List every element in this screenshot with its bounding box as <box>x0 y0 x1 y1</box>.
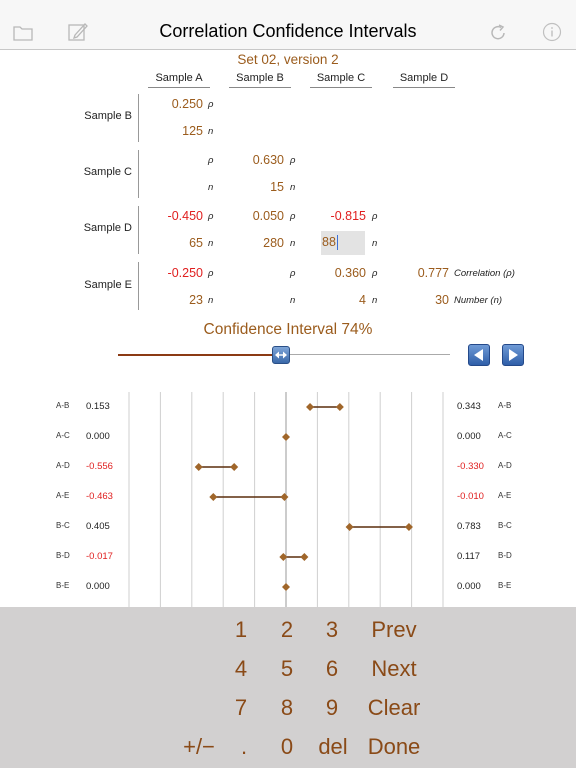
row-label-c: Sample C <box>83 166 132 178</box>
legend-number: Number (n) <box>454 295 503 306</box>
interval-endpoint <box>306 403 315 411</box>
n-symbol: n <box>290 238 296 249</box>
cell-ea-correlation[interactable]: -0.250 <box>143 266 203 280</box>
cell-cb-correlation[interactable]: 0.630 <box>224 153 284 167</box>
key-9[interactable]: 9 <box>297 693 367 723</box>
cell-ba-number[interactable]: 125 <box>143 124 203 138</box>
n-symbol: n <box>208 182 214 193</box>
column-header-c: Sample C <box>316 72 366 84</box>
n-symbol: n <box>290 182 296 193</box>
rho-symbol: ρ <box>290 268 296 279</box>
rho-symbol: ρ <box>208 268 214 279</box>
cell-ed-number[interactable]: 30 <box>389 293 449 307</box>
interval-chart <box>128 392 444 607</box>
rho-symbol: ρ <box>290 211 296 222</box>
key-next[interactable]: Next <box>358 654 430 684</box>
rho-symbol: ρ <box>372 268 378 279</box>
cell-db-number[interactable]: 280 <box>224 236 284 250</box>
double-arrow-icon <box>274 351 287 359</box>
text-cursor <box>337 235 338 250</box>
n-symbol: n <box>208 238 214 249</box>
key-clear[interactable]: Clear <box>358 693 430 723</box>
n-symbol: n <box>208 295 214 306</box>
cell-ed-correlation[interactable]: 0.777 <box>389 266 449 280</box>
row-label-b: Sample B <box>84 110 132 122</box>
row-divider <box>138 150 139 198</box>
cell-ea-number[interactable]: 23 <box>143 293 203 307</box>
info-icon[interactable] <box>541 21 563 43</box>
interval-endpoint <box>194 463 203 471</box>
n-symbol: n <box>208 126 214 137</box>
column-header-b: Sample B <box>236 72 284 84</box>
column-header-d: Sample D <box>399 72 449 84</box>
rho-symbol: ρ <box>372 211 378 222</box>
row-divider <box>138 206 139 254</box>
confidence-slider[interactable] <box>118 344 450 366</box>
cell-cb-number[interactable]: 15 <box>224 180 284 194</box>
navigation-bar: Correlation Confidence Intervals <box>0 0 576 50</box>
row-divider <box>138 262 139 310</box>
active-input-field[interactable]: 88 <box>321 231 365 255</box>
cell-da-number[interactable]: 65 <box>143 236 203 250</box>
rho-symbol: ρ <box>208 99 214 110</box>
cell-ec-correlation[interactable]: 0.360 <box>306 266 366 280</box>
column-underline <box>229 87 291 88</box>
cell-dc-number: 88 <box>322 235 336 249</box>
rho-symbol: ρ <box>208 211 214 222</box>
rho-symbol: ρ <box>290 155 296 166</box>
legend-correlation: Correlation (ρ) <box>454 268 515 279</box>
interval-endpoint <box>280 493 289 501</box>
set-label: Set 02, version 2 <box>237 52 339 67</box>
n-symbol: n <box>372 238 378 249</box>
arrow-left-icon <box>474 349 483 361</box>
n-symbol: n <box>290 295 296 306</box>
column-underline <box>148 87 210 88</box>
interval-endpoint <box>230 463 239 471</box>
interval-endpoint <box>282 583 290 591</box>
n-symbol: n <box>372 295 378 306</box>
refresh-icon[interactable] <box>487 22 509 44</box>
column-header-a: Sample A <box>155 72 203 84</box>
column-underline <box>310 87 372 88</box>
rho-symbol: ρ <box>208 155 214 166</box>
cell-ec-number[interactable]: 4 <box>306 293 366 307</box>
slider-track <box>289 354 450 355</box>
key-6[interactable]: 6 <box>297 654 367 684</box>
key-done[interactable]: Done <box>358 732 430 762</box>
interval-endpoint <box>335 403 344 411</box>
interval-endpoint <box>345 523 354 531</box>
key-3[interactable]: 3 <box>297 615 367 645</box>
row-label-d: Sample D <box>83 222 132 234</box>
interval-endpoint <box>300 553 309 561</box>
row-label-e: Sample E <box>84 279 132 291</box>
cell-db-correlation[interactable]: 0.050 <box>224 209 284 223</box>
previous-button[interactable] <box>468 344 490 366</box>
cell-ba-correlation[interactable]: 0.250 <box>143 97 203 111</box>
arrow-right-icon <box>509 349 518 361</box>
slider-thumb[interactable] <box>271 346 290 364</box>
numeric-keypad: 1 2 3 Prev 4 5 6 Next 7 8 9 Clear +/−. 0 del Done <box>0 607 576 768</box>
next-button[interactable] <box>502 344 524 366</box>
column-underline <box>393 87 455 88</box>
cell-da-correlation[interactable]: -0.450 <box>143 209 203 223</box>
key-prev[interactable]: Prev <box>358 615 430 645</box>
cell-dc-correlation[interactable]: -0.815 <box>306 209 366 223</box>
interval-endpoint <box>282 433 290 441</box>
interval-endpoint <box>209 493 218 501</box>
confidence-label: Confidence Interval 74% <box>203 321 373 338</box>
row-divider <box>138 94 139 142</box>
slider-fill <box>118 354 272 356</box>
